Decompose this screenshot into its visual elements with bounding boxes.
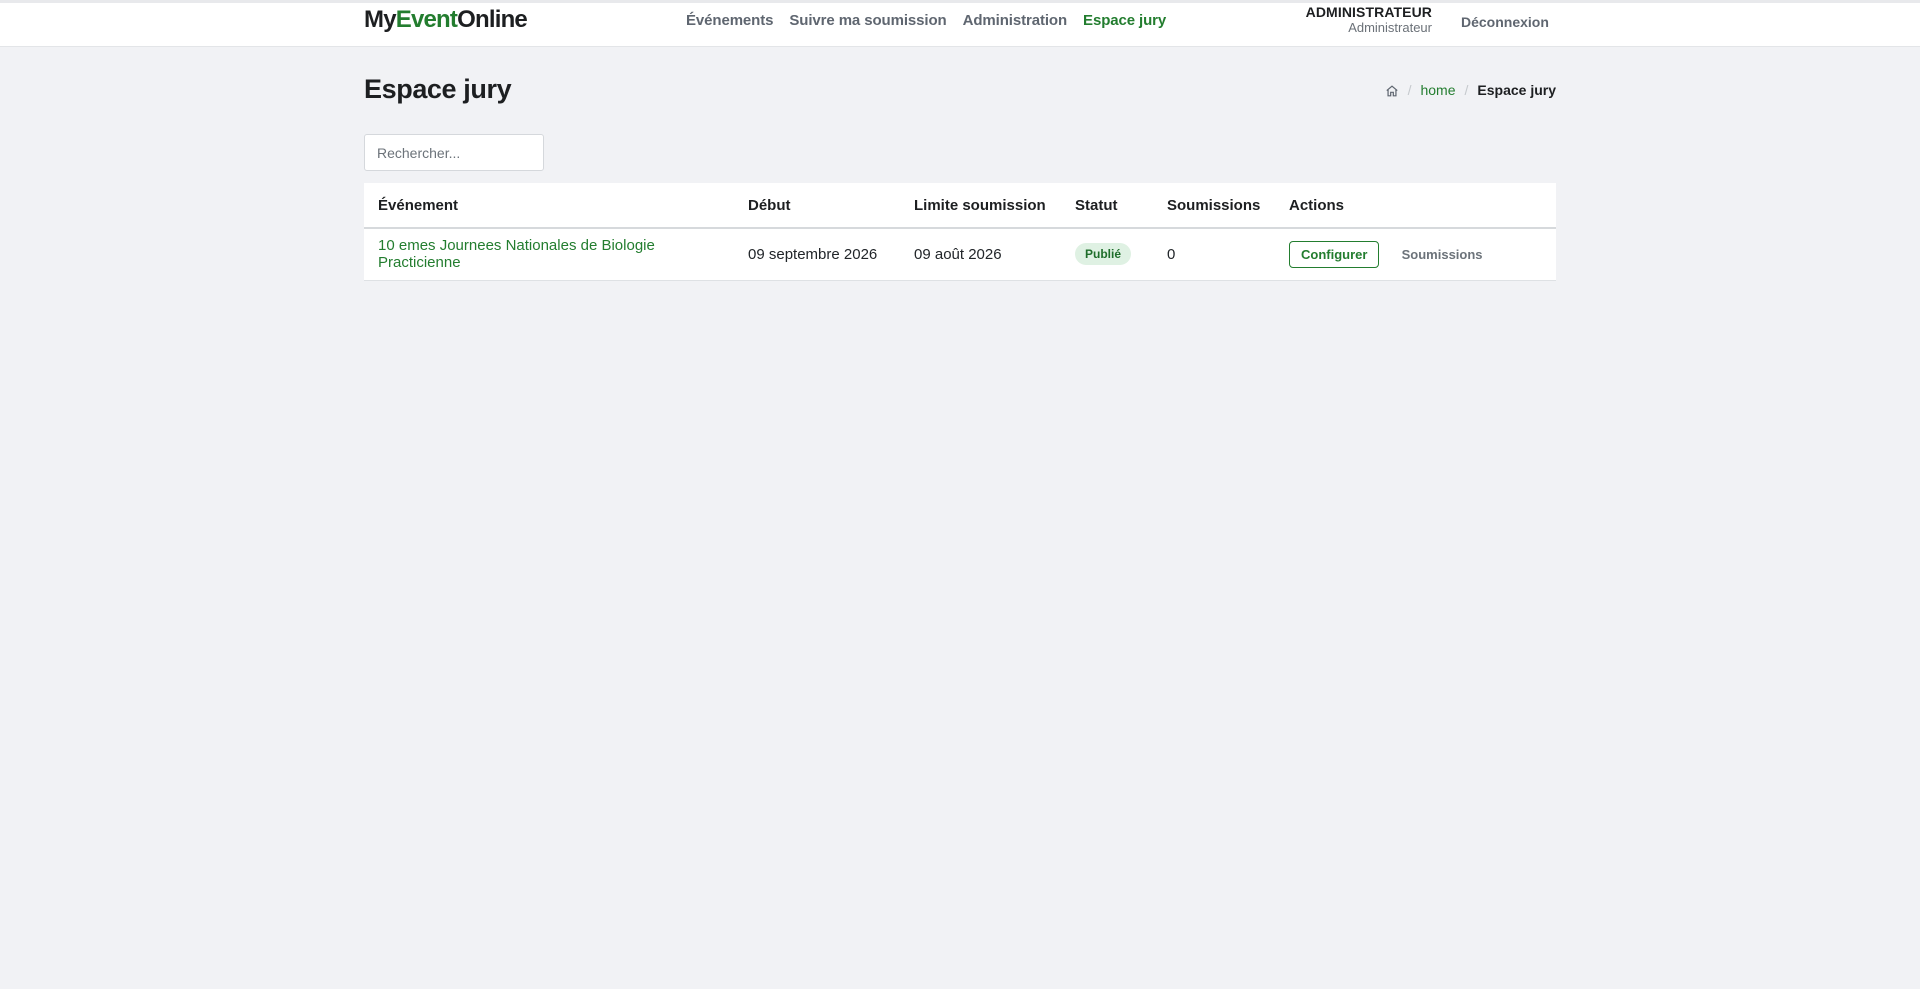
nav-item-suivre-soumission[interactable]: Suivre ma soumission bbox=[789, 11, 946, 31]
col-header-start: Début bbox=[734, 183, 900, 229]
breadcrumb: / home / Espace jury bbox=[1385, 81, 1556, 99]
app-logo[interactable]: MyEventOnline bbox=[364, 6, 528, 34]
top-navbar: MyEventOnline Événements Suivre ma soumi… bbox=[0, 0, 1920, 47]
user-info: ADMINISTRATEUR Administrateur bbox=[1306, 4, 1432, 36]
nav-item-evenements[interactable]: Événements bbox=[686, 11, 773, 31]
breadcrumb-home[interactable]: home bbox=[1420, 81, 1455, 99]
breadcrumb-separator: / bbox=[1407, 82, 1412, 98]
logout-link[interactable]: Déconnexion bbox=[1461, 12, 1549, 32]
cell-submissions: 0 bbox=[1153, 228, 1275, 281]
logo-part-online: Online bbox=[457, 6, 528, 33]
table-row: 10 emes Journees Nationales de Biologie … bbox=[364, 228, 1556, 281]
nav-item-administration[interactable]: Administration bbox=[963, 11, 1068, 31]
col-header-submissions: Soumissions bbox=[1153, 183, 1275, 229]
configure-button[interactable]: Configurer bbox=[1289, 240, 1380, 268]
events-table: Événement Début Limite soumission Statut… bbox=[364, 183, 1556, 281]
breadcrumb-current: Espace jury bbox=[1477, 82, 1556, 98]
cell-event: 10 emes Journees Nationales de Biologie … bbox=[364, 228, 734, 281]
main-nav: Événements Suivre ma soumission Administ… bbox=[686, 11, 1166, 31]
user-name: Administrateur bbox=[1348, 20, 1432, 35]
col-header-deadline: Limite soumission bbox=[900, 183, 1061, 229]
events-table-card: Événement Début Limite soumission Statut… bbox=[364, 183, 1556, 281]
nav-item-espace-jury[interactable]: Espace jury bbox=[1083, 11, 1166, 31]
logo-part-my: My bbox=[364, 6, 397, 33]
page-title: Espace jury bbox=[364, 74, 512, 104]
breadcrumb-separator: / bbox=[1464, 82, 1469, 98]
cell-status: Publié bbox=[1061, 228, 1153, 281]
cell-start: 09 septembre 2026 bbox=[734, 228, 900, 281]
status-badge: Publié bbox=[1075, 243, 1132, 266]
home-icon[interactable] bbox=[1385, 81, 1399, 99]
table-header-row: Événement Début Limite soumission Statut… bbox=[364, 183, 1556, 229]
col-header-actions: Actions bbox=[1275, 183, 1556, 229]
cell-actions: Configurer Soumissions bbox=[1275, 228, 1556, 281]
submissions-button[interactable]: Soumissions bbox=[1402, 247, 1483, 262]
event-link[interactable]: 10 emes Journees Nationales de Biologie … bbox=[378, 237, 655, 271]
search-input[interactable] bbox=[364, 134, 544, 171]
logo-part-event: Event bbox=[395, 6, 458, 33]
col-header-status: Statut bbox=[1061, 183, 1153, 229]
cell-deadline: 09 août 2026 bbox=[900, 228, 1061, 281]
user-role: ADMINISTRATEUR bbox=[1305, 4, 1432, 20]
col-header-event: Événement bbox=[364, 183, 734, 229]
